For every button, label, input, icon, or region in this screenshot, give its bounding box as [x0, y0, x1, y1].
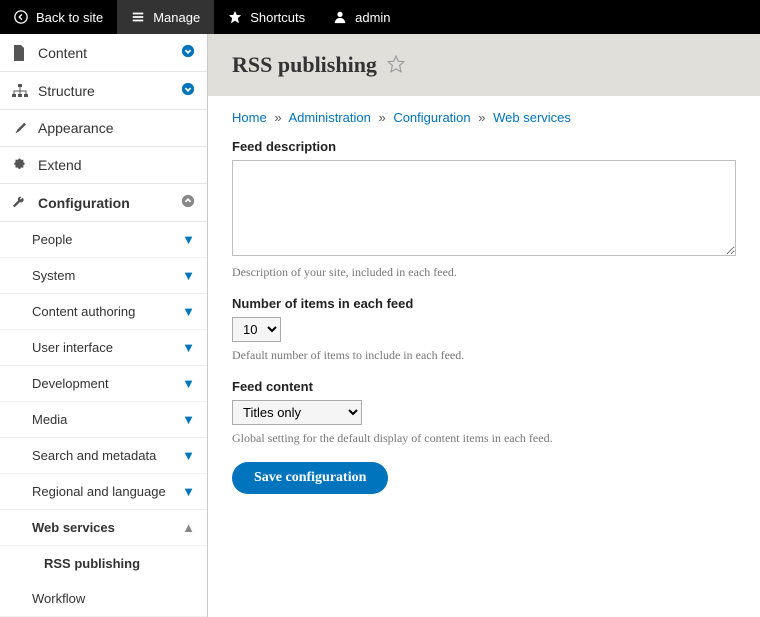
caret-down-icon: ▼	[182, 412, 195, 427]
breadcrumb: Home » Administration » Configuration » …	[208, 96, 760, 133]
nav-config-workflow-label: Workflow	[32, 591, 195, 606]
breadcrumb-configuration[interactable]: Configuration	[393, 110, 470, 125]
nav-config-web-services[interactable]: Web services ▲	[0, 510, 207, 546]
caret-down-icon: ▼	[182, 448, 195, 463]
caret-down-icon: ▼	[182, 484, 195, 499]
feed-description-help: Description of your site, included in ea…	[232, 265, 736, 280]
breadcrumb-home[interactable]: Home	[232, 110, 267, 125]
nav-config-media[interactable]: Media ▼	[0, 402, 207, 438]
nav-config-regional-language-label: Regional and language	[32, 484, 182, 499]
breadcrumb-administration[interactable]: Administration	[288, 110, 370, 125]
nav-content-label: Content	[38, 45, 181, 61]
nav-config-system[interactable]: System ▼	[0, 258, 207, 294]
hamburger-icon	[131, 10, 145, 24]
back-to-site-link[interactable]: Back to site	[0, 0, 117, 34]
caret-down-icon: ▼	[182, 376, 195, 391]
nav-config-search-metadata[interactable]: Search and metadata ▼	[0, 438, 207, 474]
breadcrumb-sep: »	[378, 110, 385, 125]
nav-config-user-interface[interactable]: User interface ▼	[0, 330, 207, 366]
nav-config-content-authoring[interactable]: Content authoring ▼	[0, 294, 207, 330]
caret-up-icon: ▲	[182, 520, 195, 535]
nav-structure[interactable]: Structure	[0, 72, 207, 110]
nav-appearance[interactable]: Appearance	[0, 110, 207, 147]
star-icon	[228, 10, 242, 24]
file-icon	[12, 45, 28, 61]
caret-down-icon: ▼	[182, 268, 195, 283]
paintbrush-icon	[12, 121, 28, 135]
nav-config-development-label: Development	[32, 376, 182, 391]
feed-description-label: Feed description	[232, 139, 736, 154]
number-items-group: Number of items in each feed 10 Default …	[232, 296, 736, 363]
manage-toggle[interactable]: Manage	[117, 0, 214, 34]
feed-content-help: Global setting for the default display o…	[232, 431, 736, 446]
hierarchy-icon	[12, 84, 28, 98]
nav-config-people-label: People	[32, 232, 182, 247]
feed-content-group: Feed content Titles only Global setting …	[232, 379, 736, 446]
nav-config-people[interactable]: People ▼	[0, 222, 207, 258]
feed-description-group: Feed description Description of your sit…	[232, 139, 736, 280]
user-icon	[333, 10, 347, 24]
nav-config-content-authoring-label: Content authoring	[32, 304, 182, 319]
caret-down-icon: ▼	[182, 232, 195, 247]
caret-down-icon: ▼	[182, 304, 195, 319]
arrow-left-icon	[14, 10, 28, 24]
back-to-site-label: Back to site	[36, 10, 103, 25]
number-items-select[interactable]: 10	[232, 317, 281, 342]
nav-config-web-services-label: Web services	[32, 520, 182, 535]
feed-description-input[interactable]	[232, 160, 736, 256]
nav-config-regional-language[interactable]: Regional and language ▼	[0, 474, 207, 510]
rss-config-form: Feed description Description of your sit…	[208, 133, 760, 514]
caret-down-icon: ▼	[182, 340, 195, 355]
page-header: RSS publishing	[208, 34, 760, 96]
shortcuts-label: Shortcuts	[250, 10, 305, 25]
user-account-link[interactable]: admin	[319, 0, 404, 34]
save-configuration-button[interactable]: Save configuration	[232, 462, 388, 494]
admin-sidebar: Content Structure Appearance Extend	[0, 34, 208, 617]
breadcrumb-sep: »	[274, 110, 281, 125]
nav-configuration[interactable]: Configuration	[0, 184, 207, 222]
number-items-help: Default number of items to include in ea…	[232, 348, 736, 363]
nav-config-system-label: System	[32, 268, 182, 283]
nav-config-user-interface-label: User interface	[32, 340, 182, 355]
nav-extend-label: Extend	[38, 157, 195, 173]
wrench-icon	[12, 196, 28, 210]
puzzle-icon	[12, 158, 28, 172]
chevron-down-icon	[181, 82, 195, 99]
nav-appearance-label: Appearance	[38, 120, 195, 136]
nav-config-development[interactable]: Development ▼	[0, 366, 207, 402]
nav-rss-publishing-label: RSS publishing	[44, 556, 140, 571]
page-title: RSS publishing	[232, 52, 377, 78]
chevron-down-icon	[181, 44, 195, 61]
nav-config-workflow[interactable]: Workflow	[0, 581, 207, 617]
shortcuts-link[interactable]: Shortcuts	[214, 0, 319, 34]
nav-configuration-label: Configuration	[38, 195, 181, 211]
feed-content-label: Feed content	[232, 379, 736, 394]
nav-extend[interactable]: Extend	[0, 147, 207, 184]
nav-config-search-metadata-label: Search and metadata	[32, 448, 182, 463]
nav-content[interactable]: Content	[0, 34, 207, 72]
number-items-label: Number of items in each feed	[232, 296, 736, 311]
breadcrumb-web-services[interactable]: Web services	[493, 110, 571, 125]
manage-label: Manage	[153, 10, 200, 25]
chevron-up-icon	[181, 194, 195, 211]
nav-rss-publishing[interactable]: RSS publishing	[0, 546, 207, 581]
breadcrumb-sep: »	[478, 110, 485, 125]
user-label: admin	[355, 10, 390, 25]
nav-structure-label: Structure	[38, 83, 181, 99]
feed-content-select[interactable]: Titles only	[232, 400, 362, 425]
admin-toolbar: Back to site Manage Shortcuts admin	[0, 0, 760, 34]
main-content: RSS publishing Home » Administration » C…	[208, 34, 760, 617]
favorite-star-icon[interactable]	[387, 55, 405, 76]
nav-config-media-label: Media	[32, 412, 182, 427]
